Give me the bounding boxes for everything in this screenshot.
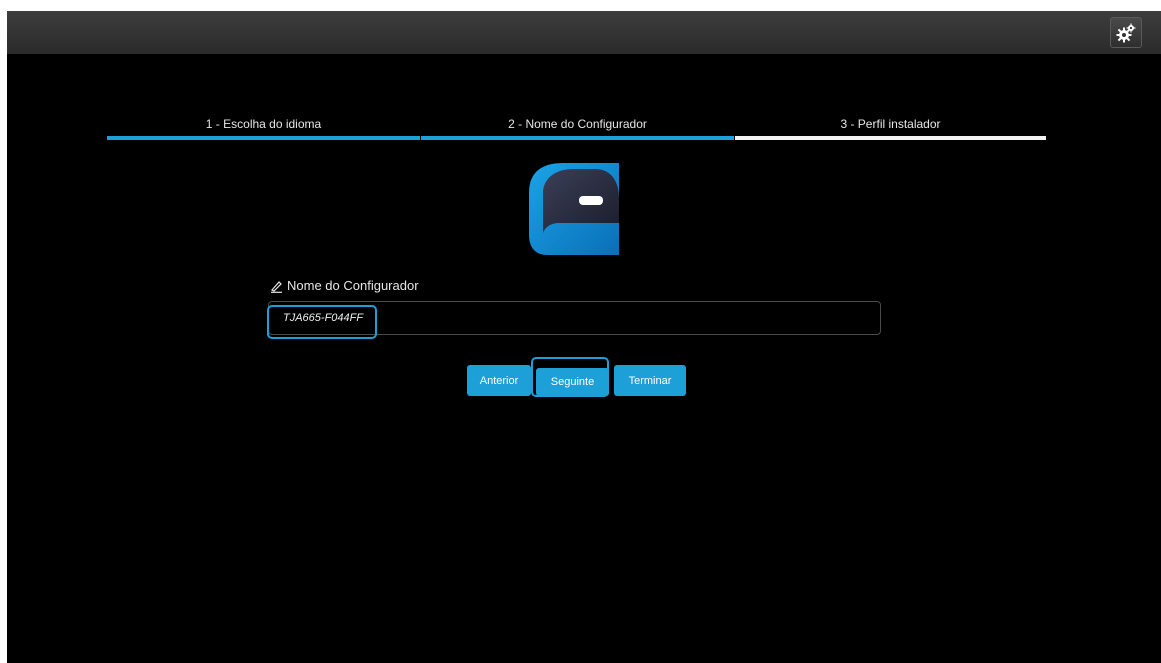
field-label-text: Nome do Configurador bbox=[287, 278, 419, 293]
top-bar bbox=[7, 11, 1161, 54]
brand-logo bbox=[529, 163, 619, 255]
app-frame: 1 - Escolha do idioma 2 - Nome do Config… bbox=[7, 11, 1161, 663]
gears-icon bbox=[1116, 23, 1136, 42]
configurator-name-label: Nome do Configurador bbox=[270, 277, 419, 295]
step-progress-bar bbox=[107, 136, 420, 140]
step-progress-bar bbox=[735, 136, 1046, 140]
step-language[interactable]: 1 - Escolha do idioma bbox=[107, 116, 420, 140]
configurator-name-input[interactable] bbox=[269, 302, 880, 334]
previous-button[interactable]: Anterior bbox=[467, 365, 531, 396]
step-label: 2 - Nome do Configurador bbox=[508, 117, 647, 131]
finish-button[interactable]: Terminar bbox=[614, 365, 686, 396]
pencil-icon bbox=[271, 280, 282, 293]
step-label: 1 - Escolha do idioma bbox=[205, 117, 322, 131]
configurator-name-field[interactable] bbox=[267, 301, 881, 339]
step-progress-bar bbox=[421, 136, 734, 140]
settings-button[interactable] bbox=[1110, 17, 1142, 48]
step-configurator-name[interactable]: 2 - Nome do Configurador bbox=[421, 116, 734, 140]
step-installer-profile[interactable]: 3 - Perfil instalador bbox=[735, 116, 1046, 140]
step-label: 3 - Perfil instalador bbox=[840, 117, 941, 131]
wizard-steps: 1 - Escolha do idioma 2 - Nome do Config… bbox=[107, 116, 1046, 140]
next-button[interactable]: Seguinte bbox=[536, 368, 609, 396]
